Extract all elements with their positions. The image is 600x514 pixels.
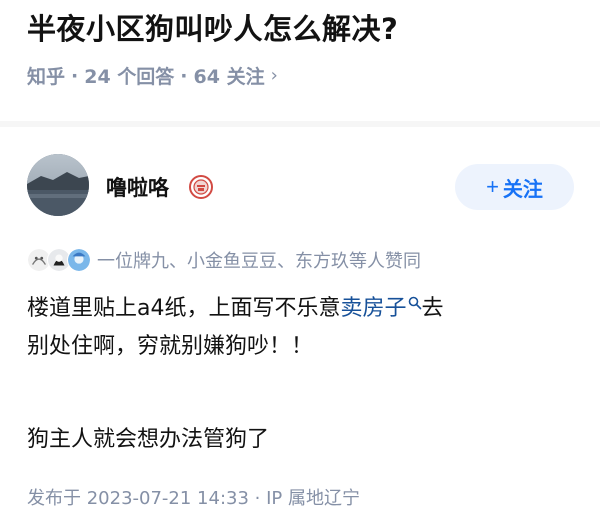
meta-separator: ·: [180, 64, 188, 87]
answer-content: 楼道里贴上a4纸，上面写不乐意卖房子去 别处住啊，穷就别嫌狗吵！！: [27, 290, 582, 366]
follow-button-label: 关注: [502, 178, 543, 201]
section-divider: [0, 121, 600, 127]
chevron-right-icon: ›: [270, 65, 278, 86]
content-line: 楼道里贴上a4纸，上面写不乐意卖房子去: [27, 290, 582, 328]
question-meta[interactable]: 知乎 · 24 个回答 · 64 关注 ›: [27, 62, 278, 89]
avatar[interactable]: [27, 154, 89, 216]
follow-button[interactable]: + 关注: [455, 164, 574, 210]
author-name[interactable]: 噜啦咯: [106, 172, 169, 202]
publish-meta: 发布于 2023-07-21 14:33 · IP 属地辽宁: [27, 488, 360, 509]
content-text: 去: [421, 296, 444, 321]
content-line: 别处住啊，穷就别嫌狗吵！！: [27, 334, 314, 359]
follow-count: 64 关注: [193, 66, 265, 88]
voter-avatars: [27, 247, 93, 273]
avatar: [67, 248, 91, 272]
answer-author: 噜啦咯 + 关注: [0, 150, 600, 226]
content-text: 楼道里贴上a4纸，上面写不乐意: [27, 296, 341, 321]
search-link[interactable]: 卖房子: [340, 296, 421, 321]
agree-text: 一位牌九、小金鱼豆豆、东方玖等人赞同: [97, 251, 421, 272]
meta-separator: ·: [71, 64, 79, 87]
plus-icon: +: [486, 174, 499, 199]
search-icon: [408, 296, 421, 310]
question-title[interactable]: 半夜小区狗叫吵人怎么解决?: [27, 6, 398, 48]
agree-row[interactable]: 一位牌九、小金鱼豆豆、东方玖等人赞同: [27, 246, 421, 274]
search-link-text: 卖房子: [340, 296, 407, 321]
source-label: 知乎: [27, 66, 66, 88]
answer-count: 24 个回答: [84, 66, 175, 88]
award-badge-icon[interactable]: [189, 175, 213, 199]
content-paragraph: 狗主人就会想办法管狗了: [27, 427, 270, 452]
